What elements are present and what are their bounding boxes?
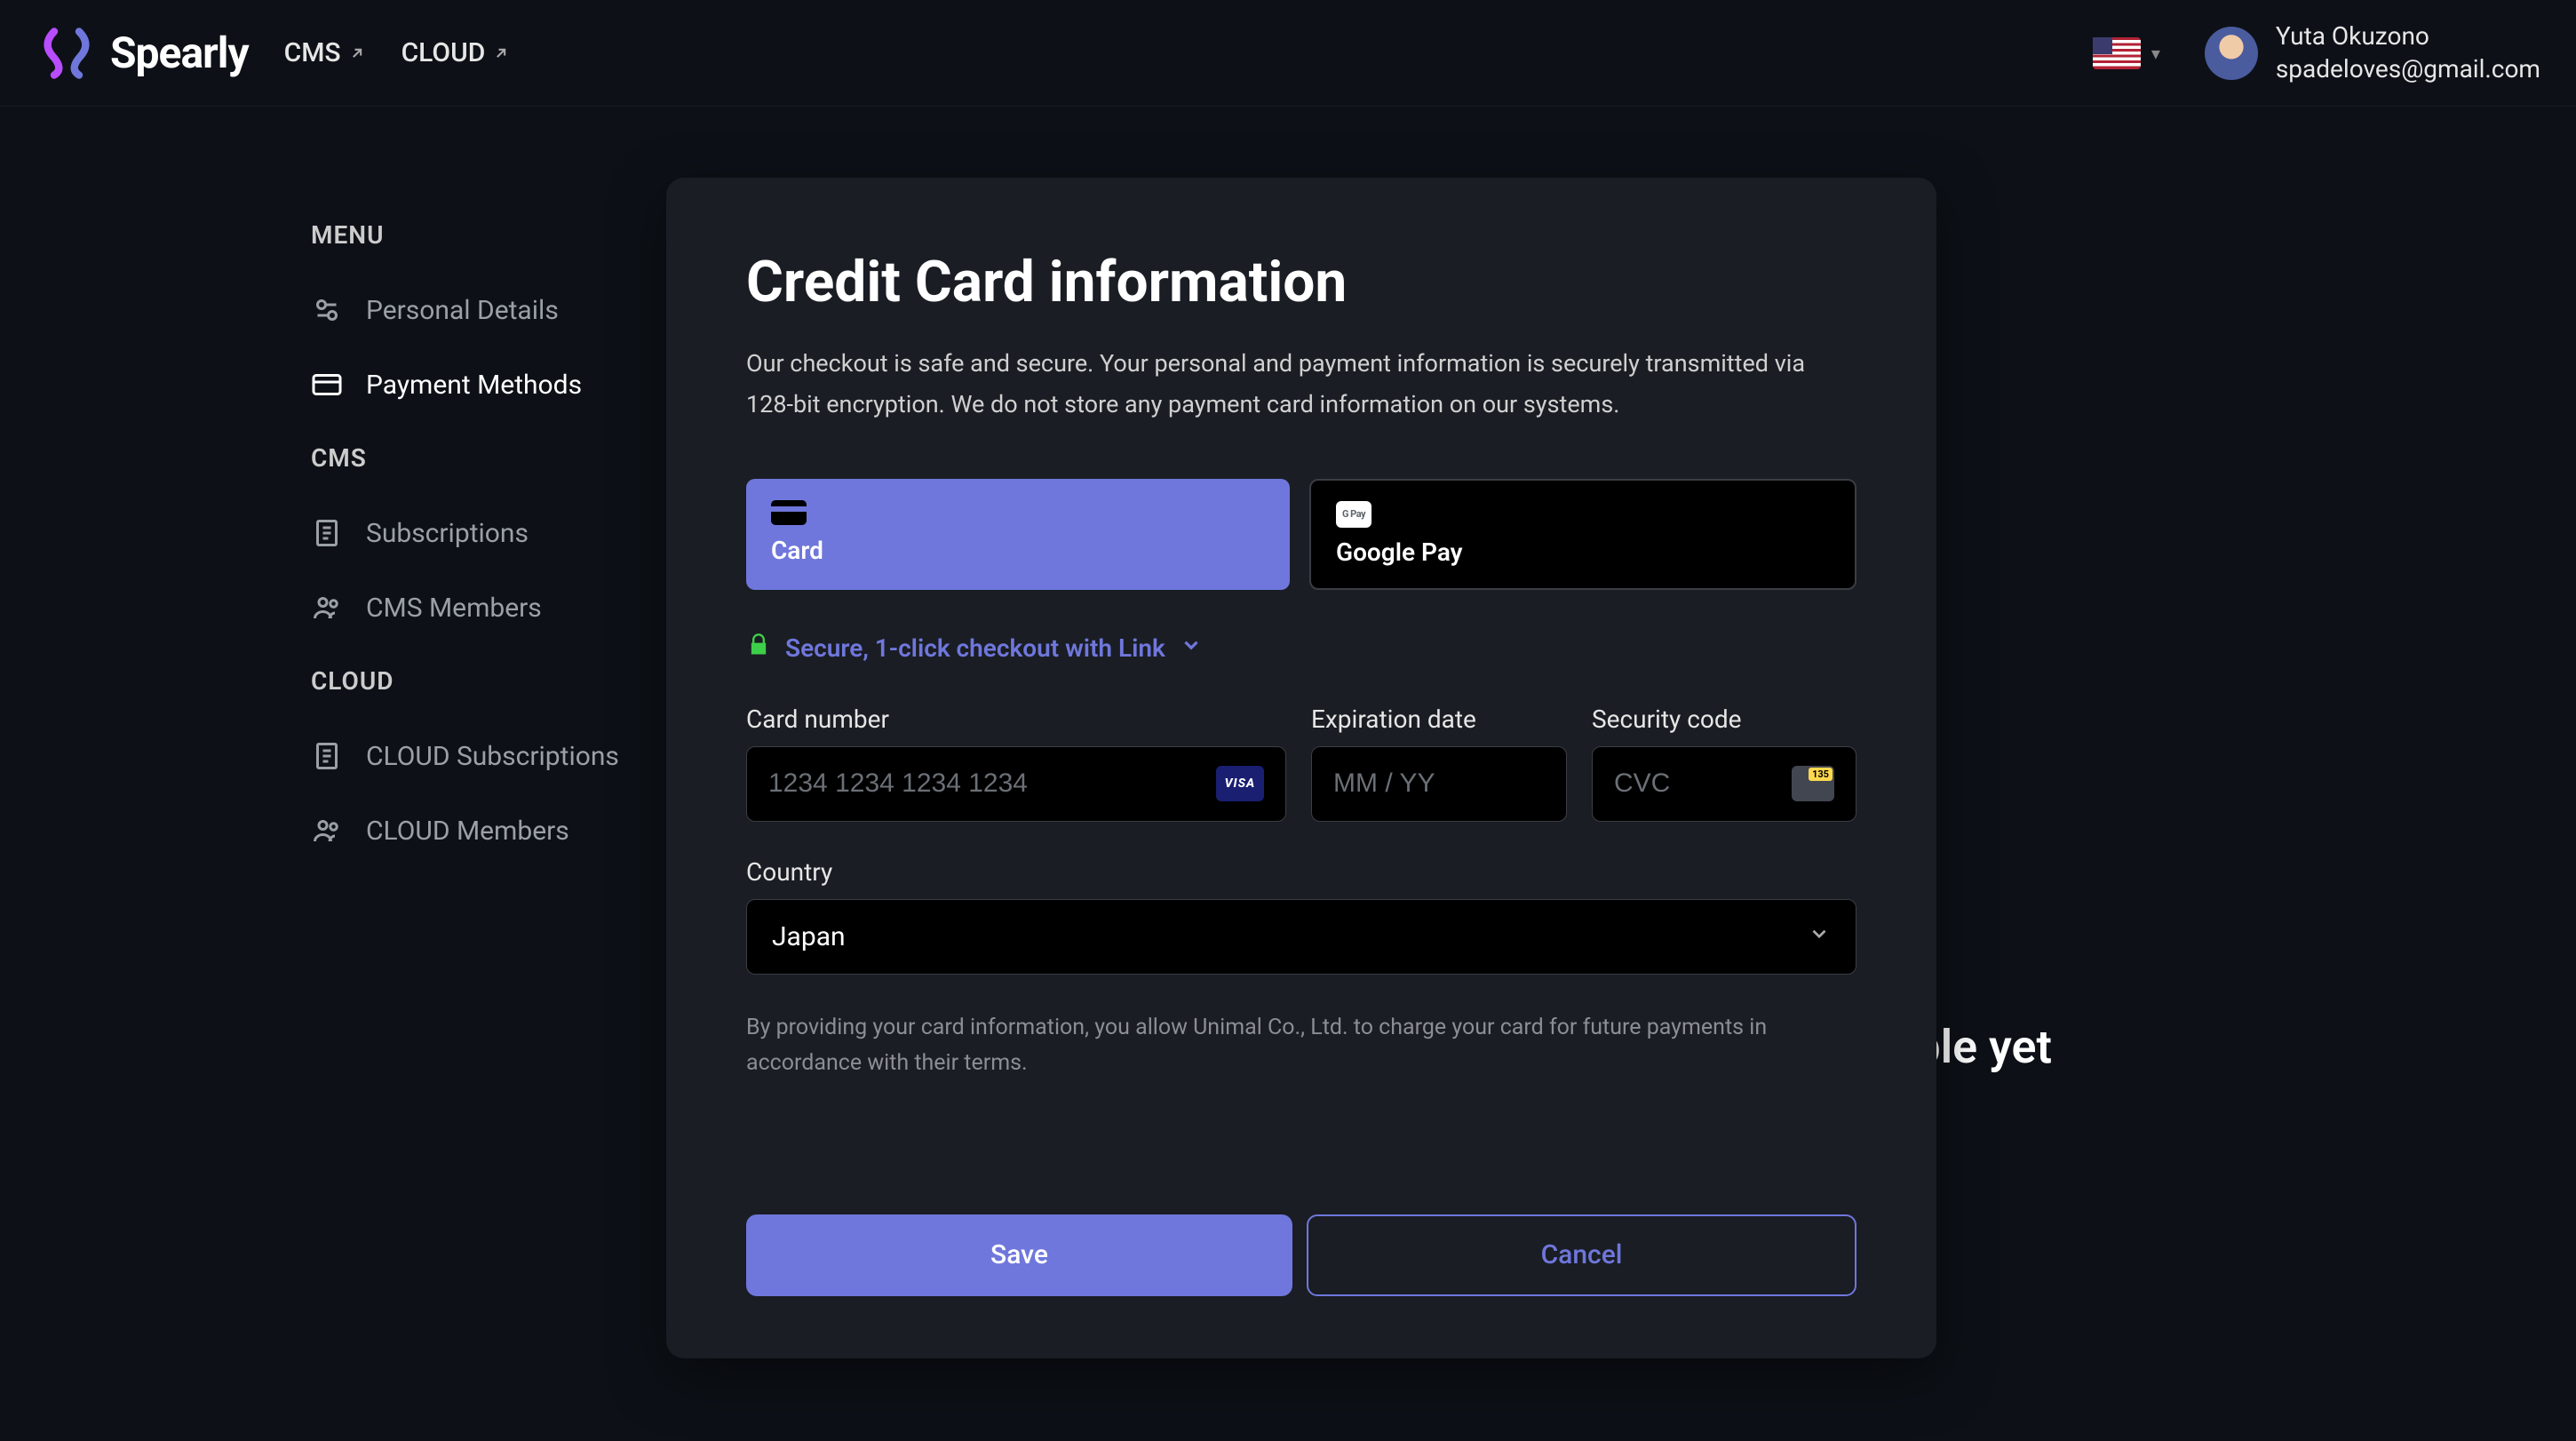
country-label: Country bbox=[746, 857, 1856, 887]
cvc-label: Security code bbox=[1592, 705, 1856, 734]
sidebar-item-label: Subscriptions bbox=[366, 518, 529, 549]
topbar-right: ▾ Yuta Okuzono spadeloves@gmail.com bbox=[2093, 20, 2540, 85]
nav-links: CMS CLOUD bbox=[284, 37, 511, 68]
sidebar: MENU Personal Details Payment Methods CM… bbox=[0, 107, 666, 889]
cvc-input-wrap bbox=[1592, 746, 1856, 822]
payment-method-tabs: Card G Pay Google Pay bbox=[746, 479, 1856, 590]
visa-icon: VISA bbox=[1216, 766, 1264, 801]
sidebar-item-cms-members[interactable]: CMS Members bbox=[311, 592, 666, 624]
sidebar-item-cloud-subscriptions[interactable]: CLOUD Subscriptions bbox=[311, 740, 666, 772]
sidebar-item-cloud-members[interactable]: CLOUD Members bbox=[311, 815, 666, 847]
user-menu[interactable]: Yuta Okuzono spadeloves@gmail.com bbox=[2205, 20, 2540, 85]
gpay-icon: G Pay bbox=[1336, 502, 1371, 527]
nav-link-cms[interactable]: CMS bbox=[284, 37, 366, 68]
country-value: Japan bbox=[772, 921, 846, 952]
credit-card-icon bbox=[311, 369, 343, 401]
sidebar-item-label: Personal Details bbox=[366, 295, 559, 326]
payment-method-label: Google Pay bbox=[1336, 537, 1830, 567]
chevron-down-icon bbox=[1180, 633, 1203, 663]
sidebar-item-personal-details[interactable]: Personal Details bbox=[311, 294, 666, 326]
cvc-input[interactable] bbox=[1614, 768, 1792, 799]
user-email: spadeloves@gmail.com bbox=[2276, 53, 2540, 85]
receipt-icon bbox=[311, 740, 343, 772]
lock-icon bbox=[746, 633, 771, 664]
main: MENU Personal Details Payment Methods CM… bbox=[0, 107, 2576, 889]
avatar bbox=[2205, 27, 2258, 80]
card-icon bbox=[771, 500, 807, 525]
sidebar-item-payment-methods[interactable]: Payment Methods bbox=[311, 369, 666, 401]
expiration-input[interactable] bbox=[1333, 768, 1545, 799]
country-group: Country Japan bbox=[746, 857, 1856, 1010]
settings-icon bbox=[311, 294, 343, 326]
logo-text: Spearly bbox=[110, 28, 249, 78]
link-checkout-toggle[interactable]: Secure, 1-click checkout with Link bbox=[746, 633, 1856, 664]
payment-method-card[interactable]: Card bbox=[746, 479, 1290, 590]
chevron-down-icon bbox=[1808, 921, 1831, 952]
card-number-label: Card number bbox=[746, 705, 1286, 734]
topbar: Spearly CMS CLOUD ▾ Yuta Okuzono spadelo… bbox=[0, 0, 2576, 107]
content-area: ble yet Credit Card information Our chec… bbox=[666, 107, 2576, 889]
sidebar-item-subscriptions[interactable]: Subscriptions bbox=[311, 517, 666, 549]
card-number-input-wrap: VISA bbox=[746, 746, 1286, 822]
country-select[interactable]: Japan bbox=[746, 899, 1856, 975]
sidebar-section-title-menu: MENU bbox=[311, 220, 666, 250]
expiration-group: Expiration date bbox=[1311, 705, 1567, 822]
sidebar-item-label: CMS Members bbox=[366, 593, 542, 624]
link-checkout-label: Secure, 1-click checkout with Link bbox=[785, 633, 1165, 663]
receipt-icon bbox=[311, 517, 343, 549]
cancel-button[interactable]: Cancel bbox=[1307, 1214, 1856, 1296]
user-name: Yuta Okuzono bbox=[2276, 20, 2540, 52]
card-fields-row: Card number VISA Expiration date Securit… bbox=[746, 705, 1856, 822]
card-number-group: Card number VISA bbox=[746, 705, 1286, 822]
credit-card-modal: Credit Card information Our checkout is … bbox=[666, 178, 1936, 1358]
modal-actions: Save Cancel bbox=[746, 1214, 1856, 1296]
external-link-icon bbox=[348, 44, 366, 62]
members-icon bbox=[311, 815, 343, 847]
payment-method-gpay[interactable]: G Pay Google Pay bbox=[1309, 479, 1856, 590]
sidebar-item-label: Payment Methods bbox=[366, 370, 582, 401]
user-info: Yuta Okuzono spadeloves@gmail.com bbox=[2276, 20, 2540, 85]
locale-selector[interactable]: ▾ bbox=[2093, 37, 2160, 69]
card-number-input[interactable] bbox=[768, 768, 1216, 799]
members-icon bbox=[311, 592, 343, 624]
expiration-input-wrap bbox=[1311, 746, 1567, 822]
nav-label: CLOUD bbox=[402, 37, 486, 68]
save-button[interactable]: Save bbox=[746, 1214, 1292, 1296]
logo-mark-icon bbox=[36, 22, 98, 84]
external-link-icon bbox=[492, 44, 510, 62]
flag-us-icon bbox=[2093, 37, 2141, 69]
chevron-down-icon: ▾ bbox=[2151, 43, 2160, 64]
logo[interactable]: Spearly bbox=[36, 22, 249, 84]
cvc-hint-icon bbox=[1792, 766, 1834, 801]
payment-method-label: Card bbox=[771, 536, 1265, 565]
sidebar-section-title-cloud: CLOUD bbox=[311, 666, 666, 696]
sidebar-item-label: CLOUD Members bbox=[366, 816, 569, 847]
modal-title: Credit Card information bbox=[746, 249, 1856, 315]
nav-link-cloud[interactable]: CLOUD bbox=[402, 37, 511, 68]
cvc-group: Security code bbox=[1592, 705, 1856, 822]
sidebar-section-title-cms: CMS bbox=[311, 443, 666, 473]
expiration-label: Expiration date bbox=[1311, 705, 1567, 734]
modal-description: Our checkout is safe and secure. Your pe… bbox=[746, 344, 1856, 426]
sidebar-item-label: CLOUD Subscriptions bbox=[366, 741, 619, 772]
disclaimer-text: By providing your card information, you … bbox=[746, 1010, 1856, 1081]
nav-label: CMS bbox=[284, 37, 341, 68]
